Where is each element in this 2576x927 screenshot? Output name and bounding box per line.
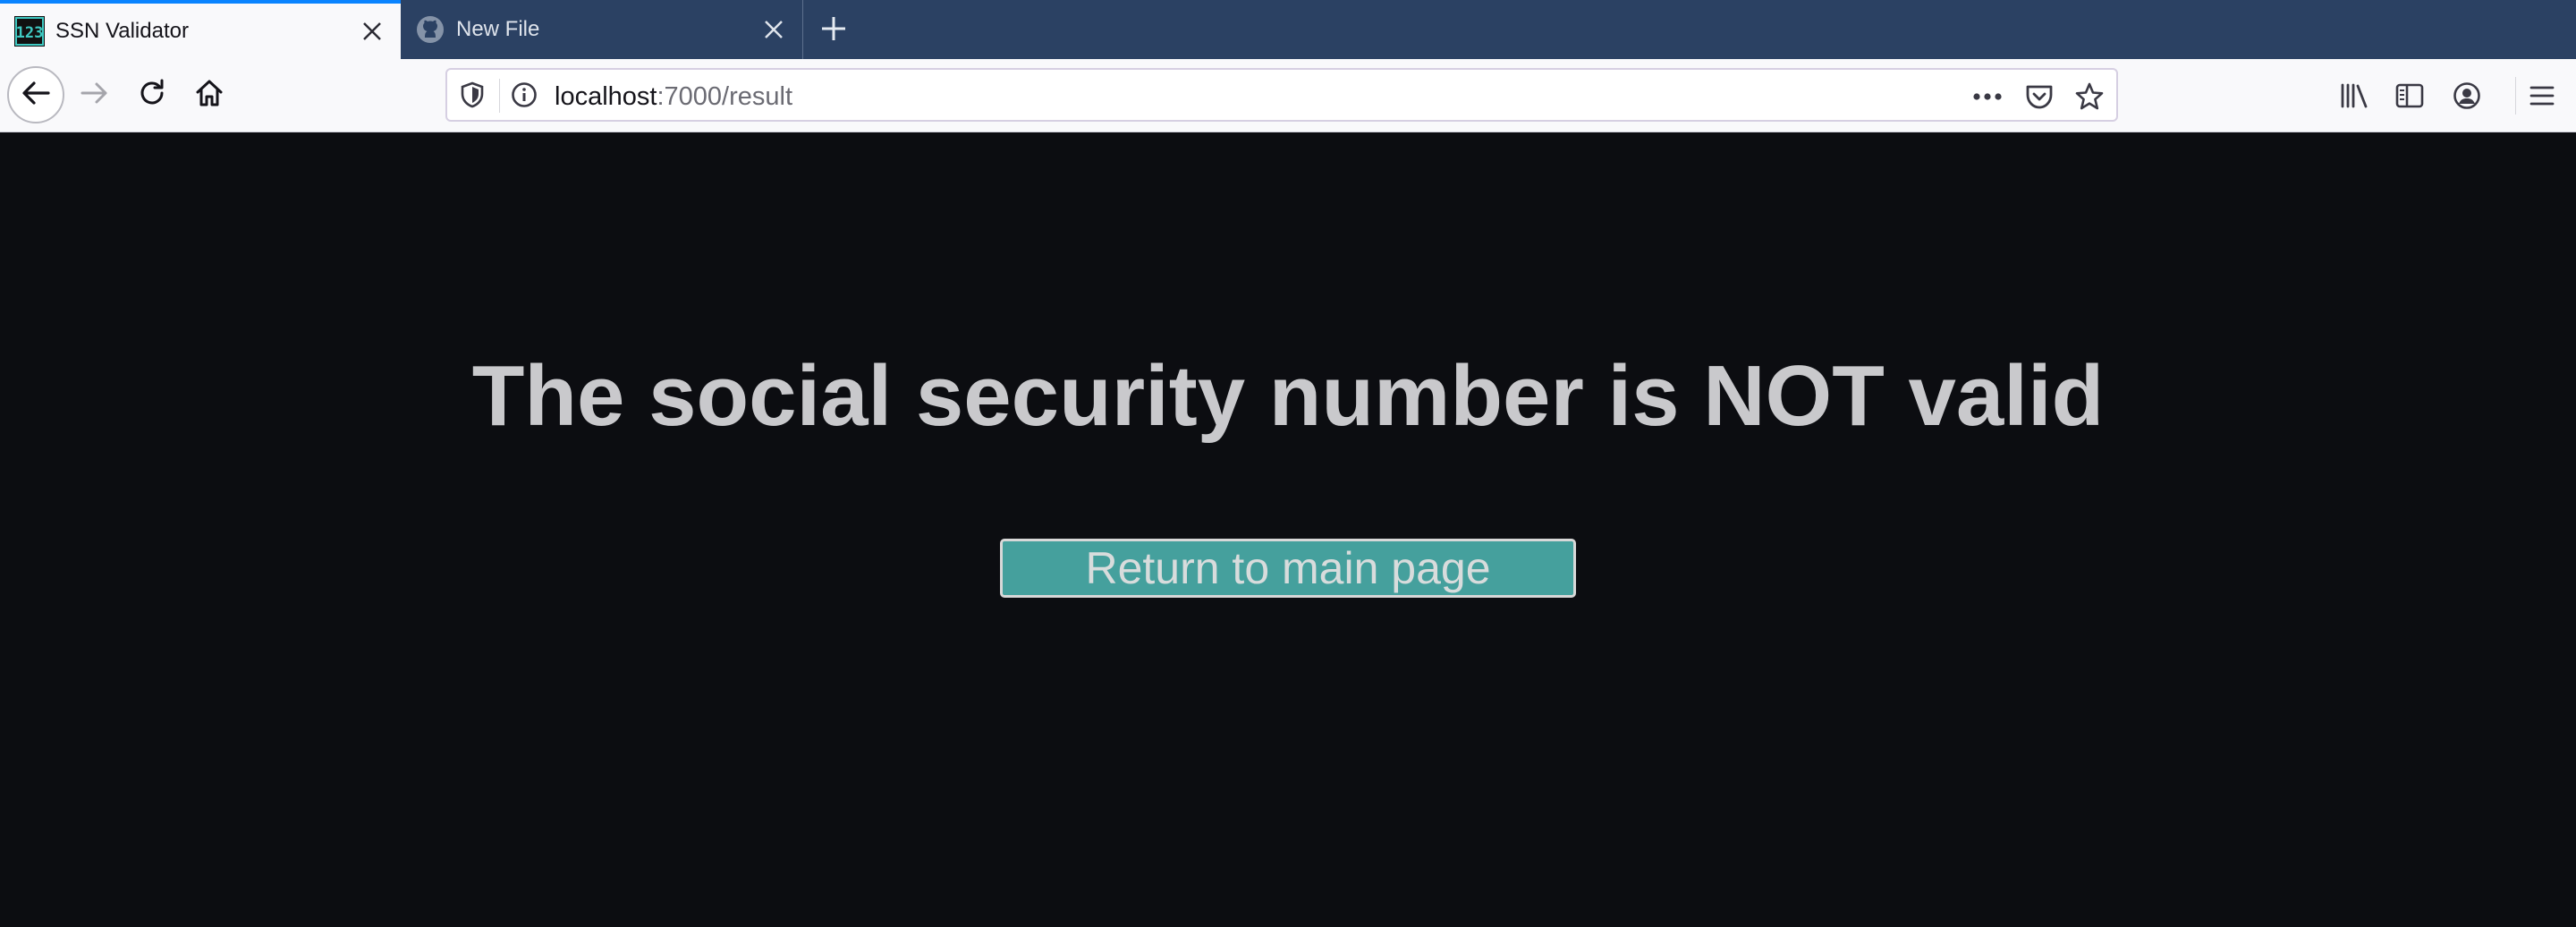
close-icon[interactable] xyxy=(360,19,385,44)
new-tab-button[interactable] xyxy=(814,11,853,50)
url-host: localhost xyxy=(555,82,657,111)
forward-button[interactable] xyxy=(66,66,123,123)
arrow-left-icon xyxy=(20,77,52,114)
url-divider xyxy=(499,79,500,113)
pocket-icon[interactable] xyxy=(2023,81,2055,113)
plus-icon xyxy=(820,15,847,47)
star-icon[interactable] xyxy=(2073,81,2106,113)
tab-new-file[interactable]: New File xyxy=(401,0,803,59)
more-actions-icon[interactable] xyxy=(1971,81,2004,113)
back-button[interactable] xyxy=(7,66,64,123)
123-icon: 123 xyxy=(14,16,45,47)
shield-icon[interactable] xyxy=(458,81,487,109)
browser-window: 123 SSN Validator New File localhost:700… xyxy=(0,0,2576,927)
sidebar-icon[interactable] xyxy=(2394,80,2426,112)
tab-title: New File xyxy=(456,17,540,41)
url-text[interactable]: localhost:7000/result xyxy=(555,82,792,112)
home-icon xyxy=(194,78,225,113)
github-icon xyxy=(415,14,445,45)
reload-button[interactable] xyxy=(123,66,181,123)
page-content: The social security number is NOT valid … xyxy=(0,132,2576,927)
tab-title: SSN Validator xyxy=(55,19,189,43)
home-button[interactable] xyxy=(181,66,238,123)
toolbar-separator xyxy=(2515,77,2516,115)
return-to-main-page-button[interactable]: Return to main page xyxy=(1000,539,1576,598)
navigation-toolbar: localhost:7000/result xyxy=(0,59,2576,132)
reload-icon xyxy=(137,78,167,113)
svg-text:123: 123 xyxy=(16,24,44,42)
tab-ssn-validator[interactable]: 123 SSN Validator xyxy=(0,0,401,59)
library-icon[interactable] xyxy=(2338,80,2370,112)
account-icon[interactable] xyxy=(2451,80,2483,112)
url-bar[interactable]: localhost:7000/result xyxy=(445,68,2118,122)
url-path: :7000/result xyxy=(657,82,793,111)
close-icon[interactable] xyxy=(761,17,786,42)
result-heading: The social security number is NOT valid xyxy=(471,348,2105,444)
arrow-right-icon xyxy=(80,78,110,113)
tab-strip: 123 SSN Validator New File xyxy=(0,0,2576,59)
hamburger-menu-icon[interactable] xyxy=(2526,80,2558,112)
info-icon[interactable] xyxy=(510,81,538,109)
